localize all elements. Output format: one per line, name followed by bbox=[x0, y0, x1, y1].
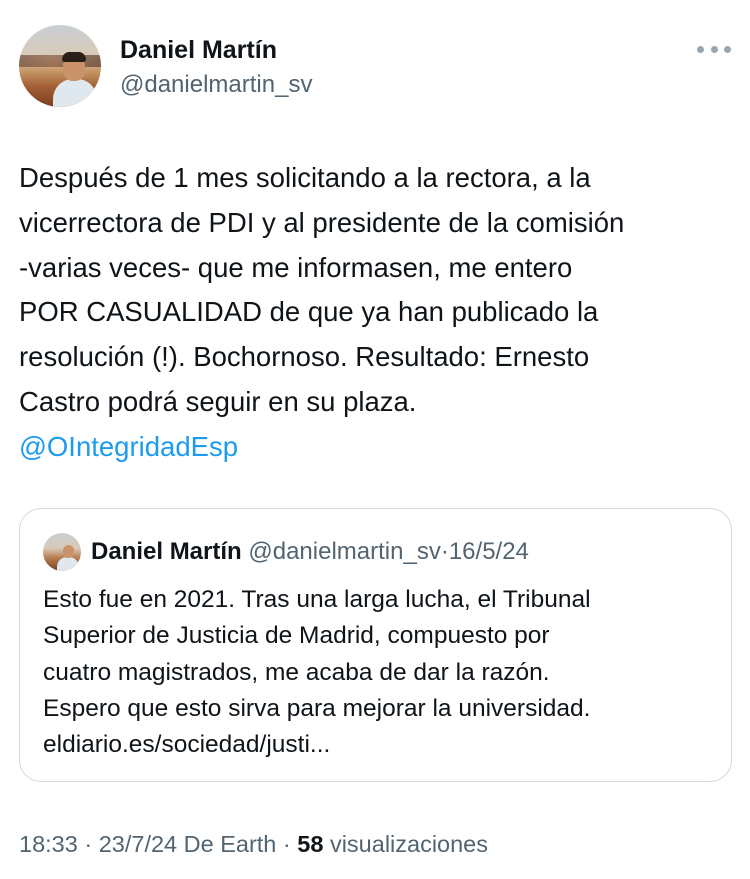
more-dot bbox=[710, 45, 718, 53]
footer-separator: · bbox=[282, 831, 291, 857]
tweet-text-line: Castro podrá seguir en su plaza. bbox=[19, 385, 417, 417]
quoted-text-line: Esto fue en 2021. Tras una larga lucha, … bbox=[43, 586, 591, 613]
quoted-author-name[interactable]: Daniel Martín bbox=[91, 538, 242, 565]
views-label: visualizaciones bbox=[329, 831, 489, 857]
quoted-date[interactable]: 16/5/24 bbox=[449, 538, 529, 565]
avatar-background-mesa bbox=[19, 55, 101, 67]
quoted-avatar-face bbox=[63, 545, 74, 558]
quoted-avatar-shirt bbox=[57, 557, 79, 571]
quoted-text-line: cuatro magistrados, me acaba de dar la r… bbox=[43, 658, 550, 686]
tweet-footer: 18:33 · 23/7/24 De Earth · 58 visualizac… bbox=[19, 829, 488, 859]
more-dot bbox=[724, 45, 731, 53]
quoted-tweet[interactable]: Daniel Martín @danielmartin_sv·16/5/24 E… bbox=[19, 508, 732, 782]
tweet-time[interactable]: 18:33 bbox=[19, 831, 78, 857]
tweet-source: De Earth bbox=[183, 831, 277, 857]
tweet-text-line: Después de 1 mes solicitando a la rector… bbox=[19, 162, 591, 193]
tweet-text-line: resolución (!). Bochornoso. Resultado: E… bbox=[19, 341, 590, 373]
avatar-hair bbox=[62, 52, 86, 62]
footer-separator: · bbox=[84, 831, 93, 857]
tweet-text-line: -varias veces- que me informasen, me ent… bbox=[19, 251, 573, 283]
quoted-text-line: Espero que esto sirva para mejorar la un… bbox=[43, 694, 591, 722]
tweet-date[interactable]: 23/7/24 bbox=[99, 831, 177, 857]
tweet-header: Daniel Martín @danielmartin_sv bbox=[19, 25, 731, 109]
author-name[interactable]: Daniel Martín bbox=[120, 36, 277, 64]
avatar-shirt bbox=[53, 79, 97, 107]
mention-link[interactable]: @OIntegridadEsp bbox=[19, 425, 731, 470]
more-dot bbox=[697, 45, 704, 53]
avatar[interactable] bbox=[19, 25, 101, 107]
views-count[interactable]: 58 bbox=[297, 831, 323, 857]
quoted-avatar[interactable] bbox=[43, 533, 81, 571]
quoted-body: Esto fue en 2021. Tras una larga lucha, … bbox=[43, 582, 723, 763]
quoted-text-line: Superior de Justicia de Madrid, compuest… bbox=[43, 622, 550, 650]
more-options-icon[interactable] bbox=[697, 39, 731, 59]
author-handle[interactable]: @danielmartin_sv bbox=[120, 71, 312, 99]
quoted-author-handle[interactable]: @danielmartin_sv bbox=[248, 538, 440, 565]
quoted-separator: · bbox=[440, 538, 449, 565]
quoted-header: Daniel Martín @danielmartin_sv·16/5/24 bbox=[91, 537, 529, 567]
tweet-text-line: POR CASUALIDAD de que ya han publicado l… bbox=[19, 296, 599, 328]
quoted-link[interactable]: eldiario.es/sociedad/justi... bbox=[43, 727, 723, 763]
tweet-text-line: vicerrectora de PDI y al presidente de l… bbox=[19, 206, 625, 238]
tweet-body: Después de 1 mes solicitando a la rector… bbox=[19, 156, 731, 470]
